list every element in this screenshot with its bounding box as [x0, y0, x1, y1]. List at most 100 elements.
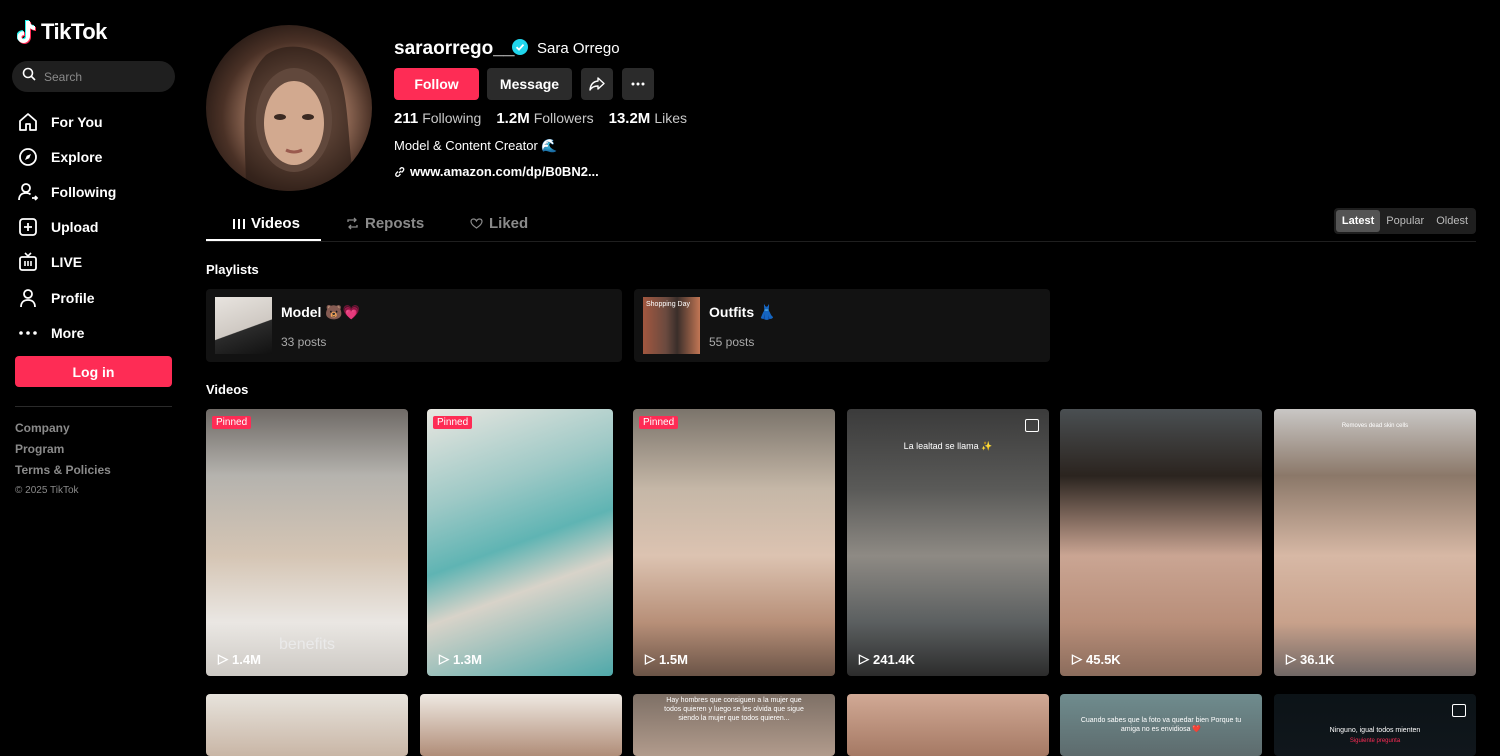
sidebar-item-for-you[interactable]: For You — [17, 104, 116, 139]
more-icon — [19, 330, 37, 335]
view-count: ▷ 36.1K — [1286, 651, 1335, 667]
sidebar-item-following[interactable]: Following — [17, 174, 116, 209]
sidebar-item-explore[interactable]: Explore — [17, 139, 116, 174]
tiktok-note-icon — [16, 20, 37, 44]
grid-icon — [233, 218, 245, 229]
pinned-badge: Pinned — [433, 416, 473, 429]
tab-reposts[interactable]: Reposts — [346, 215, 424, 232]
sidebar-item-upload[interactable]: Upload — [17, 210, 116, 245]
verified-badge-icon — [512, 39, 528, 55]
ellipsis-icon — [631, 82, 645, 86]
search-icon — [22, 67, 36, 86]
photo-icon — [1452, 704, 1466, 717]
playlist-count: 55 posts — [709, 335, 755, 349]
video-card[interactable]: Hay hombres que consiguen a la mujer que… — [633, 694, 835, 756]
avatar — [206, 25, 372, 191]
profile-display-name: Sara Orrego — [537, 40, 620, 57]
footer-link-program[interactable]: Program — [15, 441, 111, 462]
profile-stats: 211 Following 1.2M Followers 13.2M Likes — [394, 110, 687, 127]
playlist-card[interactable]: Shopping Day Outfits 👗 55 posts — [634, 289, 1050, 362]
home-icon — [19, 112, 37, 131]
view-count: ▷ 241.4K — [859, 651, 915, 667]
video-card[interactable]: Removes dead skin cells ▷ 36.1K — [1274, 409, 1476, 676]
sidebar-item-live[interactable]: LIVE — [17, 245, 116, 280]
playlist-name: Model 🐻💗 — [281, 304, 361, 320]
playlists-heading: Playlists — [206, 262, 259, 277]
likes-stat: 13.2M Likes — [608, 110, 687, 127]
playlist-thumb-text: Shopping Day — [646, 301, 690, 308]
video-card[interactable]: Pinned benefits ▷ 1.4M — [206, 409, 408, 676]
follow-button[interactable]: Follow — [394, 68, 479, 100]
following-icon — [18, 183, 39, 201]
followers-stat[interactable]: 1.2M Followers — [496, 110, 593, 127]
video-caption: Removes dead skin cells — [1341, 423, 1409, 429]
sidebar-item-label: More — [51, 324, 85, 341]
sidebar-divider — [15, 406, 172, 407]
video-caption: Ninguno, igual todos mienten — [1329, 727, 1421, 734]
playlist-card[interactable]: Model 🐻💗 33 posts — [206, 289, 622, 362]
profile-link[interactable]: www.amazon.com/dp/B0BN2... — [394, 164, 599, 179]
sidebar-item-label: For You — [51, 113, 103, 130]
play-icon: ▷ — [1072, 651, 1082, 666]
sidebar-item-label: Profile — [51, 289, 95, 306]
upload-icon — [19, 218, 37, 237]
playlist-name: Outfits 👗 — [709, 304, 776, 320]
sort-oldest[interactable]: Oldest — [1430, 210, 1474, 232]
share-icon — [589, 77, 605, 91]
copyright-text: © 2025 TikTok — [15, 485, 79, 496]
tab-videos[interactable]: Videos — [233, 215, 300, 232]
playlist-thumbnail — [215, 297, 272, 354]
video-caption: La lealtad se llama ✨ — [903, 441, 993, 451]
sidebar-item-label: Upload — [51, 219, 99, 236]
sidebar-item-label: LIVE — [51, 254, 83, 271]
share-button[interactable] — [581, 68, 613, 100]
profile-link-text[interactable]: www.amazon.com/dp/B0BN2... — [410, 164, 599, 179]
sort-popular[interactable]: Popular — [1380, 210, 1430, 232]
photo-icon — [1025, 419, 1039, 432]
sidebar-item-profile[interactable]: Profile — [17, 280, 116, 315]
videos-heading: Videos — [206, 382, 249, 397]
pinned-badge: Pinned — [212, 416, 252, 429]
video-card[interactable]: Cuando sabes que la foto va quedar bien … — [1060, 694, 1262, 756]
profile-bio: Model & Content Creator 🌊 — [394, 138, 558, 153]
video-card[interactable]: Ninguno, igual todos mienten Siguiente p… — [1274, 694, 1476, 756]
login-button[interactable]: Log in — [15, 356, 172, 387]
sort-toggle: Latest Popular Oldest — [1333, 208, 1476, 234]
profile-icon — [20, 288, 36, 307]
pinned-badge: Pinned — [639, 416, 679, 429]
video-card[interactable] — [847, 694, 1049, 756]
link-icon — [395, 166, 405, 177]
footer-link-company[interactable]: Company — [15, 420, 111, 441]
tiktok-wordmark: TikTok — [41, 19, 107, 44]
following-stat[interactable]: 211 Following — [394, 110, 481, 127]
search-input[interactable] — [44, 69, 154, 84]
footer-link-terms[interactable]: Terms & Policies — [15, 462, 111, 483]
video-caption: Cuando sabes que la foto va quedar bien … — [1080, 717, 1242, 733]
play-icon: ▷ — [439, 651, 449, 666]
playlist-thumbnail: Shopping Day — [643, 297, 700, 354]
video-card[interactable]: ▷ 45.5K — [1060, 409, 1262, 676]
video-card[interactable]: Pinned ▷ 1.5M — [633, 409, 835, 676]
video-card[interactable] — [206, 694, 408, 756]
live-icon — [19, 252, 37, 272]
sort-latest[interactable]: Latest — [1335, 210, 1381, 232]
play-icon: ▷ — [859, 651, 869, 666]
sidebar-item-label: Following — [51, 183, 117, 200]
search-bar[interactable] — [12, 61, 175, 92]
sidebar-item-label: Explore — [51, 148, 103, 165]
video-card[interactable]: Pinned ▷ 1.3M — [427, 409, 613, 676]
sidebar-nav: For You Explore Following Upload LIVE Pr… — [17, 104, 116, 350]
message-button[interactable]: Message — [487, 68, 572, 100]
tab-liked[interactable]: Liked — [470, 215, 528, 232]
play-icon: ▷ — [1286, 651, 1296, 666]
sidebar-footer: Company Program Terms & Policies © 2025 … — [15, 420, 111, 504]
view-count: ▷ 1.5M — [645, 651, 688, 667]
sidebar: TikTok For You Explore Following Upload … — [0, 0, 190, 756]
video-card[interactable]: La lealtad se llama ✨ ▷ 241.4K — [847, 409, 1049, 676]
play-icon: ▷ — [645, 651, 655, 666]
video-card[interactable] — [420, 694, 622, 756]
sidebar-item-more[interactable]: More — [17, 315, 116, 350]
more-options-button[interactable] — [622, 68, 654, 100]
view-count: ▷ 1.4M — [218, 651, 261, 667]
tiktok-logo[interactable]: TikTok — [16, 19, 107, 45]
